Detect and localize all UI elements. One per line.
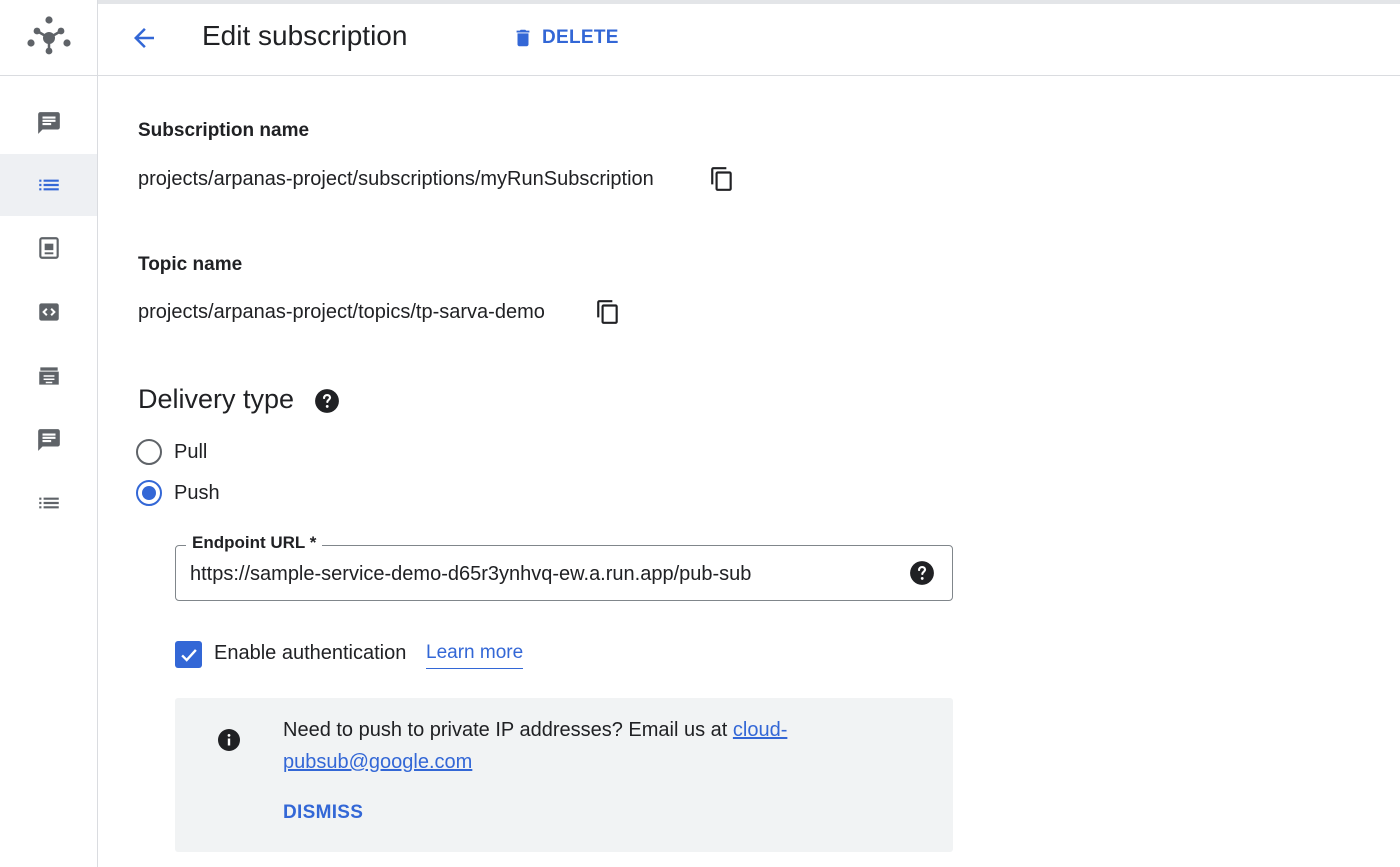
arrow-back-icon: [134, 28, 154, 48]
message-icon: [37, 112, 60, 134]
delivery-option-pull[interactable]: Pull: [136, 437, 207, 467]
help-icon: [910, 561, 934, 585]
info-message: Need to push to private IP addresses? Em…: [283, 714, 843, 778]
message-icon: [37, 429, 60, 451]
pubsub-logo[interactable]: [0, 0, 98, 76]
topic-name-value: projects/arpanas-project/topics/tp-sarva…: [138, 301, 545, 323]
pubsub-logo-icon: [27, 15, 71, 54]
info-icon: [217, 728, 241, 757]
sidebar-item-schemas[interactable]: [0, 281, 97, 343]
page-header: Edit subscription DELETE: [98, 0, 1400, 76]
pull-label: Pull: [174, 440, 208, 463]
subscription-name-value: projects/arpanas-project/subscriptions/m…: [138, 168, 654, 190]
pull-radio[interactable]: [136, 439, 162, 465]
code-icon: [38, 303, 59, 321]
trash-icon: [516, 29, 530, 47]
dismiss-button[interactable]: DISMISS: [283, 802, 363, 824]
list-icon: [38, 179, 59, 191]
list-icon: [38, 497, 59, 509]
back-button[interactable]: [126, 20, 162, 56]
push-radio[interactable]: [136, 480, 162, 506]
enable-auth-checkbox[interactable]: [175, 641, 202, 668]
endpoint-url-input[interactable]: [190, 560, 890, 588]
delete-label: DELETE: [542, 27, 619, 48]
email-link-part2[interactable]: pubsub@google.com: [283, 751, 472, 773]
copy-topic-button[interactable]: [594, 298, 622, 326]
sidebar-item-lite-subscriptions[interactable]: [0, 472, 97, 534]
sidebar-item-topics[interactable]: [0, 92, 97, 154]
sidebar-item-lite-messages[interactable]: [0, 409, 97, 471]
page-title: Edit subscription: [202, 20, 408, 51]
sidebar-item-subscriptions[interactable]: [0, 154, 97, 216]
topic-name-label: Topic name: [138, 254, 243, 275]
delete-button[interactable]: DELETE: [512, 22, 619, 54]
push-label: Push: [174, 481, 220, 504]
snapshot-icon: [38, 237, 59, 259]
checkmark-icon: [180, 648, 197, 662]
copy-icon: [711, 167, 732, 191]
sidebar-item-snapshots[interactable]: [0, 217, 97, 279]
copy-icon: [597, 300, 618, 324]
copy-subscription-button[interactable]: [708, 165, 736, 193]
delivery-option-push[interactable]: Push: [136, 478, 220, 508]
email-link-part1[interactable]: cloud-: [733, 719, 787, 741]
enable-auth-label: Enable authentication: [214, 642, 407, 664]
delivery-type-heading: Delivery type: [138, 384, 295, 414]
sidebar-item-lite-topics[interactable]: [0, 345, 97, 407]
help-icon: [315, 389, 339, 413]
learn-more-link[interactable]: Learn more: [426, 642, 524, 669]
endpoint-url-label: Endpoint URL *: [186, 533, 323, 553]
delivery-help-button[interactable]: [314, 388, 340, 414]
endpoint-help-button[interactable]: [909, 560, 935, 586]
subscription-name-label: Subscription name: [138, 120, 310, 141]
info-message-text: Need to push to private IP addresses? Em…: [283, 719, 733, 741]
private-ip-info-panel: Need to push to private IP addresses? Em…: [175, 698, 953, 852]
sidebar: [0, 0, 98, 867]
schema-icon: [38, 367, 59, 385]
